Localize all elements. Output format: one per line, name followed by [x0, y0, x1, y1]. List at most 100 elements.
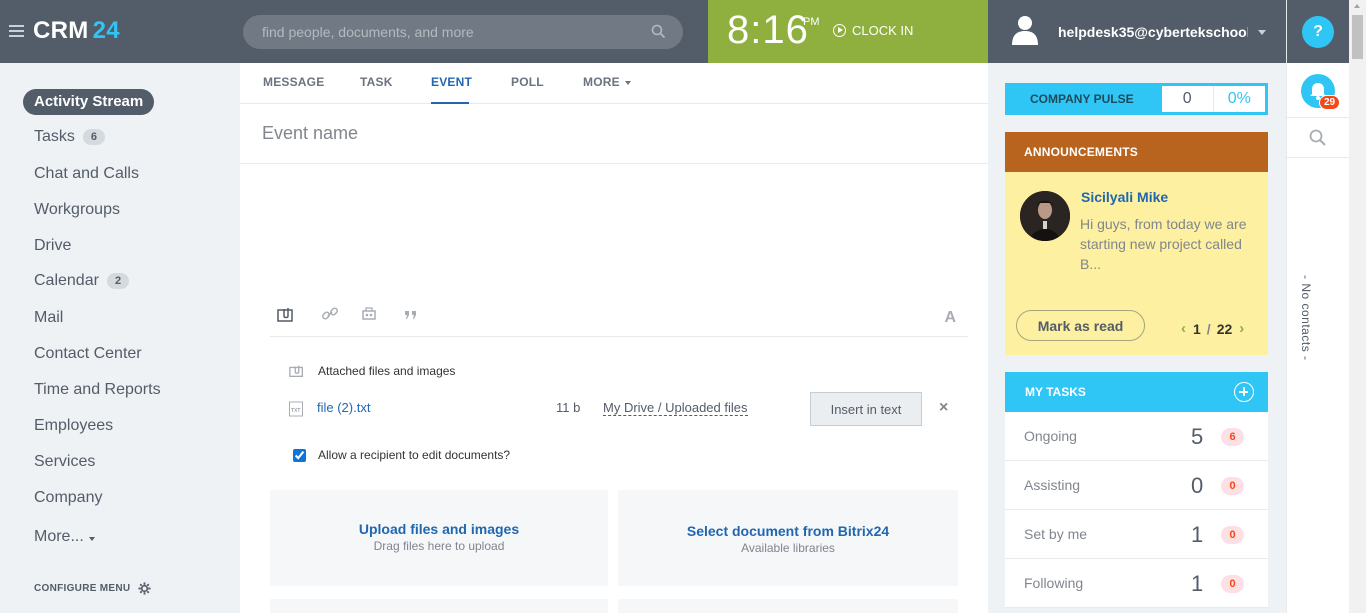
- font-format-button[interactable]: A: [944, 309, 956, 327]
- select-document-area[interactable]: Select document from Bitrix24 Available …: [618, 490, 958, 586]
- announcement-text[interactable]: Hi guys, from today we are starting new …: [1080, 214, 1260, 274]
- sidebar-item-label: Drive: [34, 237, 72, 254]
- select-document-title: Select document from Bitrix24: [686, 523, 890, 539]
- sidebar-item-contact-center[interactable]: Contact Center: [34, 345, 142, 363]
- left-sidebar: Activity Stream Tasks 6 Chat and Calls Wo…: [0, 63, 240, 613]
- sidebar-item-workgroups[interactable]: Workgroups: [34, 201, 120, 219]
- allow-edit-row: Allow a recipient to edit documents?: [293, 448, 510, 462]
- sidebar-item-services[interactable]: Services: [34, 453, 95, 471]
- logo-text: CRM: [33, 17, 89, 44]
- my-tasks-title[interactable]: MY TASKS: [1025, 385, 1086, 399]
- sidebar-item-company[interactable]: Company: [34, 489, 102, 507]
- no-contacts-label: - No contacts -: [1299, 275, 1313, 361]
- sidebar-item-mail[interactable]: Mail: [34, 309, 63, 327]
- insert-in-text-button[interactable]: Insert in text: [810, 392, 922, 426]
- file-size: 11 b: [556, 400, 581, 415]
- chevron-down-icon: [1258, 30, 1266, 35]
- sidebar-item-label: More...: [34, 528, 84, 545]
- task-row-set-by-me[interactable]: Set by me 1 0: [1005, 510, 1268, 559]
- task-row-label: Set by me: [1024, 526, 1088, 542]
- contact-search-icon[interactable]: [1309, 129, 1327, 147]
- dropzone-next: [270, 599, 608, 613]
- author-photo: [1020, 191, 1070, 241]
- tab-more[interactable]: MORE: [583, 75, 631, 89]
- remove-file-close-icon[interactable]: ×: [939, 399, 948, 417]
- mark-as-read-button[interactable]: Mark as read: [1016, 310, 1145, 341]
- task-row-badge: 0: [1221, 477, 1244, 495]
- my-tasks-header: MY TASKS: [1005, 372, 1268, 412]
- help-button[interactable]: ?: [1302, 16, 1334, 48]
- tab-event[interactable]: EVENT: [431, 75, 472, 89]
- file-path-link[interactable]: My Drive / Uploaded files: [603, 400, 748, 416]
- tab-poll[interactable]: POLL: [511, 75, 544, 89]
- sidebar-item-label: Tasks: [34, 128, 75, 145]
- upload-dropzone[interactable]: Upload files and images Drag files here …: [270, 490, 608, 586]
- task-row-label: Following: [1024, 575, 1084, 591]
- sidebar-item-label: Company: [34, 489, 103, 506]
- user-menu[interactable]: helpdesk35@cybertekschools.com: [988, 0, 1286, 63]
- sidebar-item-activity-stream[interactable]: Activity Stream: [23, 89, 155, 115]
- task-row-ongoing[interactable]: Ongoing 5 6: [1005, 412, 1268, 461]
- upload-subtitle: Drag files here to upload: [373, 539, 505, 553]
- user-avatar-icon: [1012, 16, 1038, 45]
- clock-ampm: PM: [803, 16, 820, 28]
- tasks-count-badge: 6: [82, 129, 106, 145]
- task-row-assisting[interactable]: Assisting 0 0: [1005, 461, 1268, 510]
- configure-menu-button[interactable]: CONFIGURE MENU: [34, 582, 151, 595]
- task-row-label: Assisting: [1024, 477, 1081, 493]
- time-tracker: 8:16 PM CLOCK IN: [708, 0, 988, 63]
- video-icon[interactable]: [361, 305, 379, 323]
- pager-total: 22: [1216, 320, 1233, 337]
- clock-in-button[interactable]: CLOCK IN: [833, 23, 913, 38]
- sidebar-item-time-and-reports[interactable]: Time and Reports: [34, 381, 161, 399]
- link-icon[interactable]: [321, 305, 339, 323]
- scrollbar-thumb[interactable]: [1352, 15, 1363, 59]
- event-name-input[interactable]: [240, 104, 988, 163]
- page-scrollbar[interactable]: [1349, 0, 1366, 613]
- sidebar-item-label: Mail: [34, 309, 64, 326]
- rail-divider: [1287, 157, 1350, 158]
- attach-file-icon[interactable]: [276, 305, 296, 325]
- calendar-count-badge: 2: [106, 273, 130, 289]
- task-row-value: 1: [1191, 522, 1204, 547]
- author-avatar[interactable]: [1020, 191, 1070, 241]
- chevron-left-icon[interactable]: ‹: [1181, 320, 1186, 337]
- sidebar-item-chat-and-calls[interactable]: Chat and Calls: [34, 165, 139, 183]
- configure-menu-label: CONFIGURE MENU: [34, 583, 131, 594]
- sidebar-item-label: Contact Center: [34, 345, 142, 362]
- notification-count-badge: 29: [1319, 95, 1341, 110]
- event-name-field: [240, 104, 988, 164]
- search-icon[interactable]: [651, 24, 666, 39]
- sidebar-item-calendar[interactable]: Calendar 2: [34, 272, 130, 290]
- allow-edit-checkbox[interactable]: [293, 448, 306, 462]
- announcement-author-link[interactable]: Sicilyali Mike: [1081, 189, 1168, 205]
- tab-message[interactable]: MESSAGE: [263, 75, 324, 89]
- global-search: [243, 15, 683, 49]
- attached-file-row: TXT file (2).txt 11 b My Drive / Uploade…: [288, 392, 958, 429]
- menu-burger-icon[interactable]: [9, 25, 24, 37]
- task-row-label: Ongoing: [1024, 428, 1077, 444]
- file-name-link[interactable]: file (2).txt: [317, 400, 370, 415]
- sidebar-item-more[interactable]: More...: [34, 528, 95, 546]
- chevron-down-icon: [624, 80, 631, 85]
- sidebar-item-drive[interactable]: Drive: [34, 237, 71, 255]
- sidebar-item-employees[interactable]: Employees: [34, 417, 113, 435]
- quote-icon[interactable]: [403, 305, 419, 323]
- announcement-card: Sicilyali Mike Hi guys, from today we ar…: [1005, 172, 1268, 355]
- tab-task[interactable]: TASK: [360, 75, 393, 89]
- sidebar-item-tasks[interactable]: Tasks 6: [34, 128, 106, 146]
- add-task-plus-icon[interactable]: [1234, 382, 1254, 402]
- sidebar-item-label: Workgroups: [34, 201, 120, 218]
- txt-file-icon: TXT: [289, 401, 303, 417]
- announcement-pager: ‹ 1 / 22 ›: [1174, 320, 1251, 337]
- composer-tabs: MESSAGE TASK EVENT POLL MORE: [240, 63, 988, 104]
- logo[interactable]: CRM 24: [33, 17, 120, 45]
- company-pulse-widget[interactable]: COMPANY PULSE 0 0%: [1005, 83, 1268, 115]
- tab-more-label: MORE: [583, 75, 620, 89]
- pulse-value: 0: [1162, 86, 1214, 112]
- chevron-right-icon[interactable]: ›: [1239, 320, 1244, 337]
- search-input[interactable]: [243, 15, 643, 49]
- play-icon: [833, 24, 846, 37]
- task-row-following[interactable]: Following 1 0: [1005, 559, 1268, 608]
- scroll-up-arrow-icon[interactable]: [1354, 4, 1360, 8]
